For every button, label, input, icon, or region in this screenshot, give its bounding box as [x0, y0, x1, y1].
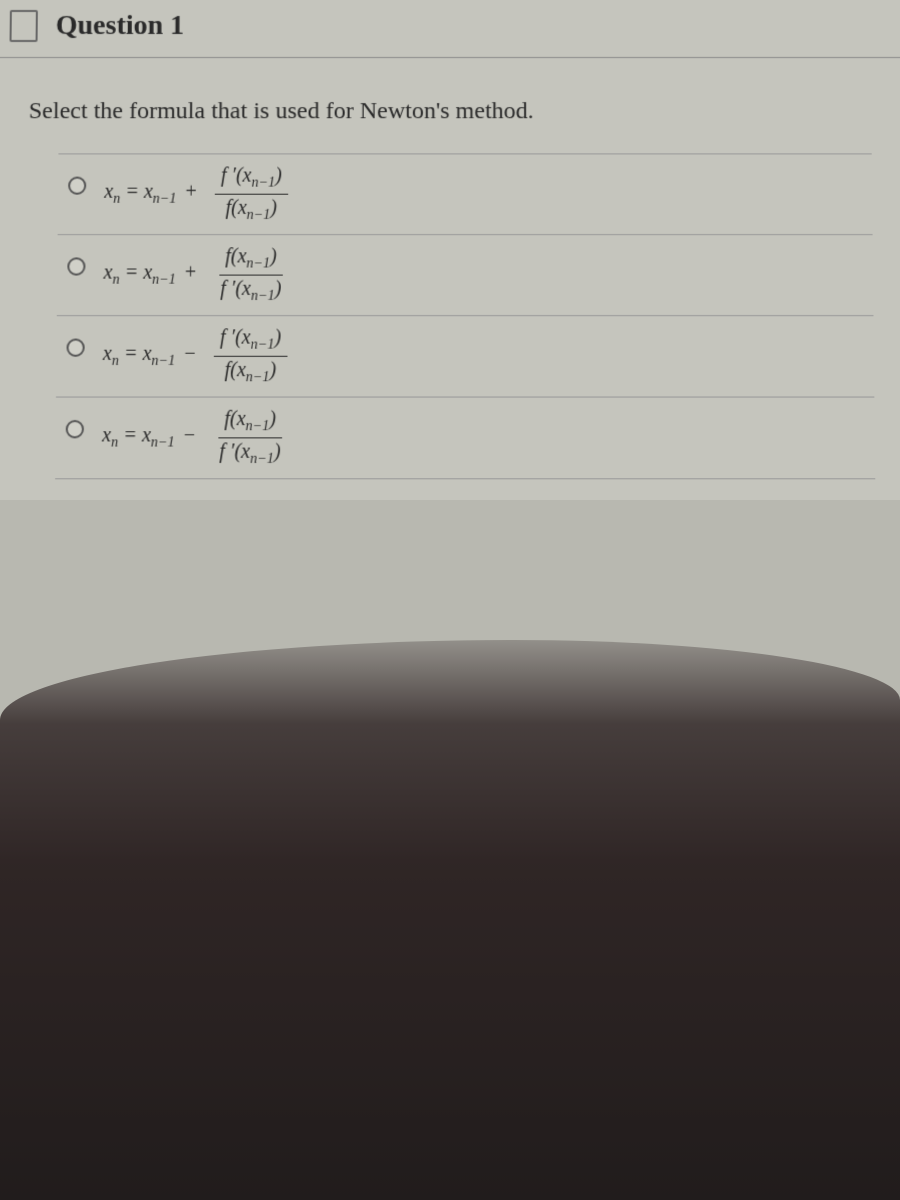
var: x — [241, 440, 250, 462]
radio-button[interactable] — [68, 177, 86, 195]
subscript: n−1 — [246, 370, 270, 385]
operator: − — [179, 343, 196, 365]
operator: + — [180, 181, 197, 203]
options-list: xn = xn−1 + f ′(xn−1) f(xn−1) — [55, 153, 875, 479]
close-paren: ) — [270, 245, 277, 267]
equals: = — [120, 181, 144, 203]
subscript: n — [111, 435, 118, 450]
var: x — [237, 408, 246, 430]
formula-lhs: xn = xn−1 + — [104, 181, 201, 208]
equals: = — [118, 424, 142, 446]
subscript: n−1 — [246, 256, 270, 271]
radio-button[interactable] — [67, 257, 85, 275]
formula-4: xn = xn−1 − f(xn−1) f ′(xn−1) — [102, 406, 287, 470]
func: f( — [224, 408, 236, 430]
option-2[interactable]: xn = xn−1 + f(xn−1) f ′(xn−1) — [57, 235, 874, 316]
subscript: n — [112, 273, 119, 288]
var: x — [237, 245, 246, 267]
option-1[interactable]: xn = xn−1 + f ′(xn−1) f(xn−1) — [58, 154, 873, 235]
subscript: n−1 — [252, 176, 276, 191]
var: x — [237, 359, 246, 381]
fraction: f(xn−1) f ′(xn−1) — [214, 243, 287, 307]
subscript: n−1 — [250, 452, 274, 467]
operator: − — [179, 424, 196, 446]
subscript: n−1 — [251, 289, 275, 304]
fraction: f(xn−1) f ′(xn−1) — [213, 406, 287, 470]
func: f ′( — [220, 278, 242, 300]
equals: = — [119, 343, 143, 365]
subscript: n — [112, 354, 119, 369]
option-4[interactable]: xn = xn−1 − f(xn−1) f ′(xn−1) — [55, 398, 875, 480]
close-paren: ) — [269, 359, 276, 381]
denominator: f(xn−1) — [218, 357, 282, 389]
subscript: n−1 — [246, 419, 270, 434]
func: f( — [225, 197, 237, 219]
func: f( — [225, 245, 237, 267]
close-paren: ) — [274, 326, 281, 348]
radio-button[interactable] — [66, 420, 84, 438]
var: x — [103, 343, 112, 365]
subscript: n−1 — [153, 192, 177, 207]
fraction: f ′(xn−1) f(xn−1) — [214, 324, 288, 388]
option-3[interactable]: xn = xn−1 − f ′(xn−1) f(xn−1) — [56, 316, 874, 397]
var: x — [242, 278, 251, 300]
formula-3: xn = xn−1 − f ′(xn−1) f(xn−1) — [102, 324, 287, 388]
question-page: Question 1 Select the formula that is us… — [0, 0, 900, 500]
equals: = — [119, 261, 143, 283]
var: x — [243, 164, 252, 186]
func: f ′( — [219, 440, 241, 462]
question-prompt: Select the formula that is used for Newt… — [29, 98, 872, 125]
denominator: f ′(xn−1) — [214, 276, 287, 307]
formula-lhs: xn = xn−1 + — [103, 261, 200, 288]
subscript: n−1 — [247, 208, 271, 223]
close-paren: ) — [270, 197, 277, 219]
subscript: n−1 — [151, 435, 175, 450]
radio-button[interactable] — [66, 339, 84, 357]
close-paren: ) — [274, 440, 281, 462]
question-header: Question 1 — [0, 0, 900, 58]
fraction: f ′(xn−1) f(xn−1) — [215, 162, 288, 226]
subscript: n−1 — [151, 354, 175, 369]
denominator: f ′(xn−1) — [213, 438, 287, 470]
photo-shadow — [0, 640, 900, 1200]
close-paren: ) — [275, 164, 282, 186]
close-paren: ) — [269, 408, 276, 430]
operator: + — [180, 261, 197, 283]
func: f ′( — [220, 326, 242, 348]
var: x — [238, 197, 247, 219]
question-title: Question 1 — [56, 10, 185, 42]
question-content: Select the formula that is used for Newt… — [0, 58, 900, 500]
formula-lhs: xn = xn−1 − — [102, 424, 199, 452]
func: f ′( — [221, 164, 243, 186]
var: x — [242, 326, 251, 348]
subscript: n−1 — [152, 273, 176, 288]
numerator: f(xn−1) — [218, 406, 282, 439]
formula-2: xn = xn−1 + f(xn−1) f ′(xn−1) — [103, 243, 287, 307]
flag-icon[interactable] — [10, 10, 38, 42]
close-paren: ) — [275, 278, 282, 300]
denominator: f(xn−1) — [219, 195, 283, 226]
numerator: f(xn−1) — [219, 243, 283, 275]
var: x — [102, 424, 111, 446]
var: x — [103, 261, 112, 283]
subscript: n−1 — [251, 337, 275, 352]
var: x — [104, 181, 113, 203]
numerator: f ′(xn−1) — [215, 162, 288, 194]
subscript: n — [113, 192, 120, 207]
formula-1: xn = xn−1 + f ′(xn−1) f(xn−1) — [104, 162, 288, 226]
func: f( — [224, 359, 236, 381]
formula-lhs: xn = xn−1 − — [103, 343, 200, 370]
numerator: f ′(xn−1) — [214, 324, 287, 357]
